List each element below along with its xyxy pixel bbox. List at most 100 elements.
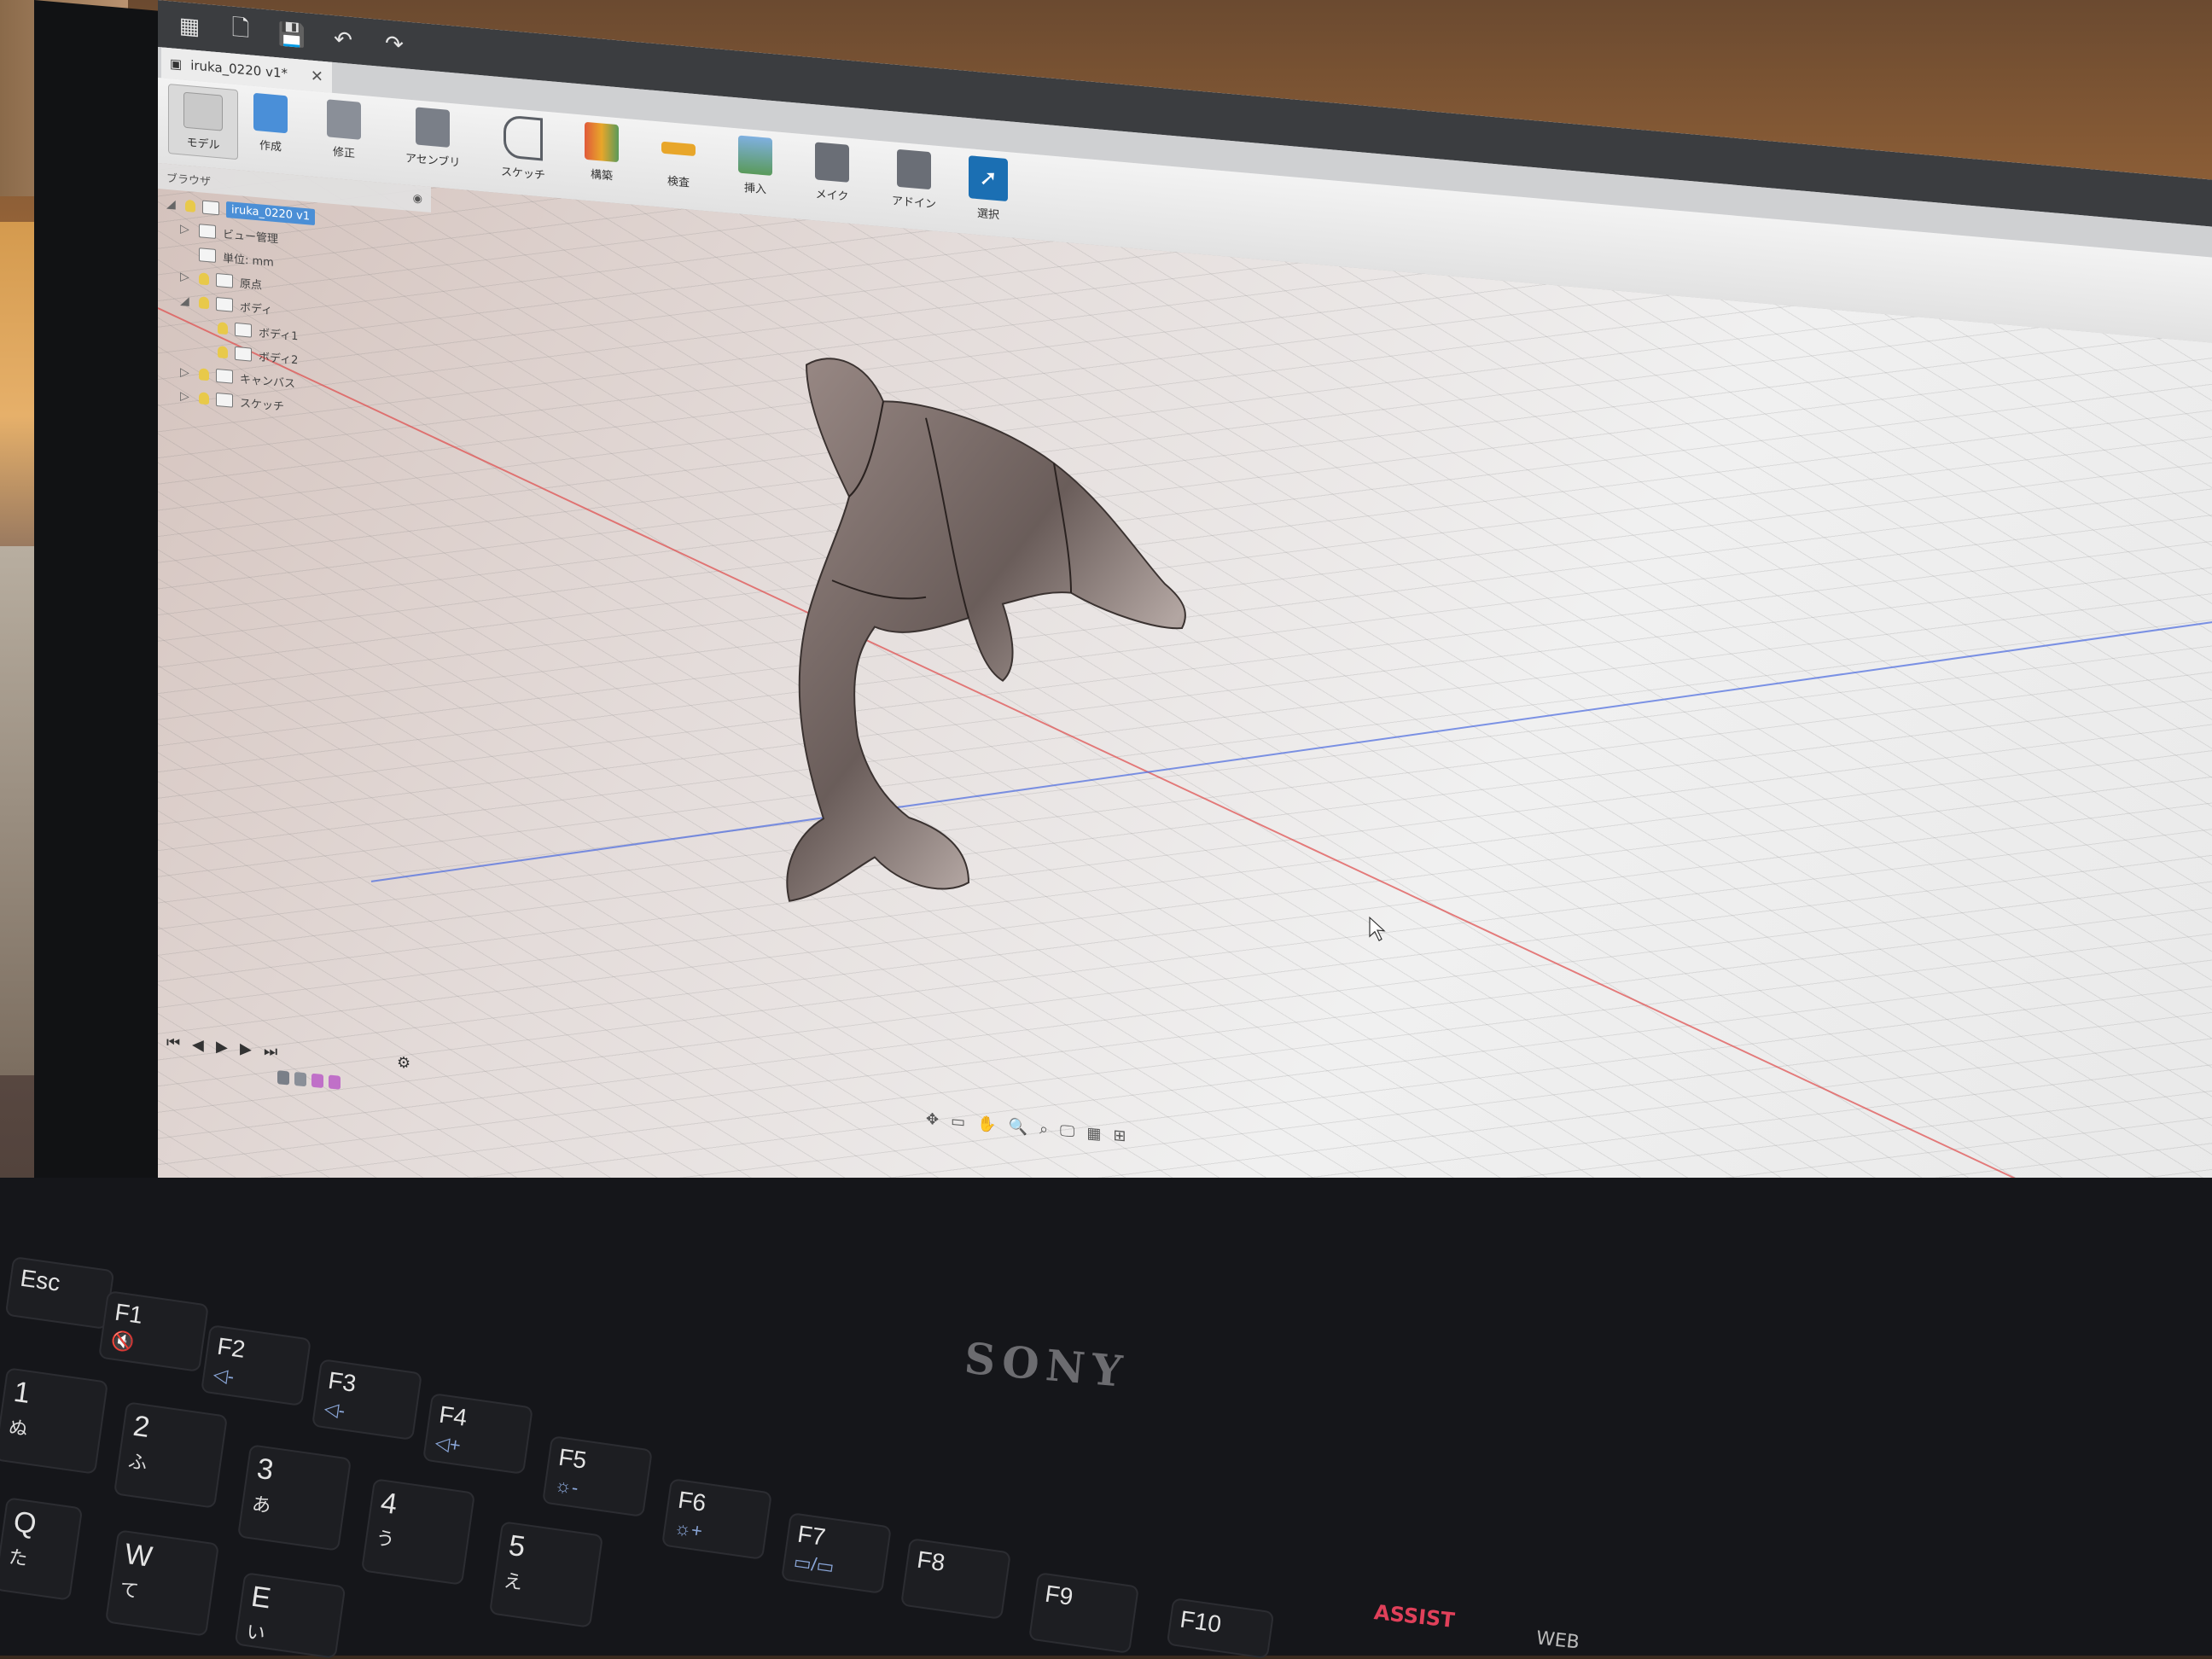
key-f5[interactable]: F5 ☼-	[542, 1435, 653, 1517]
assemble-label: アセンブリ	[405, 152, 461, 171]
timeline-feature[interactable]	[329, 1074, 341, 1090]
visibility-icon[interactable]	[199, 368, 209, 381]
inspect-menu[interactable]: 検査	[661, 129, 696, 190]
workspace-switcher[interactable]: モデル	[168, 84, 238, 160]
timeline-feature[interactable]	[294, 1071, 306, 1087]
key-f8[interactable]: F8	[900, 1538, 1011, 1620]
folder-icon	[199, 224, 216, 239]
orbit-icon[interactable]: ✥	[926, 1109, 939, 1128]
key-2[interactable]: 2 ふ	[113, 1401, 229, 1509]
key-f9[interactable]: F9	[1028, 1572, 1139, 1654]
key-1[interactable]: 1 ぬ	[0, 1367, 109, 1475]
display-icon[interactable]: 🖵	[1060, 1121, 1074, 1141]
key-label: 5	[506, 1528, 527, 1564]
browser-title: ブラウザ	[166, 172, 212, 189]
timeline-prev-icon[interactable]: ◀	[192, 1035, 204, 1054]
key-kana: て	[118, 1578, 141, 1603]
save-icon[interactable]: 💾	[277, 20, 306, 51]
addins-menu[interactable]: アドイン	[892, 148, 936, 212]
key-kana: あ	[250, 1493, 273, 1517]
sketch-menu[interactable]: スケッチ	[501, 114, 545, 183]
volume-down-icon: ◁-	[212, 1363, 236, 1388]
create-menu[interactable]: 作成	[253, 92, 288, 154]
visibility-icon[interactable]	[185, 199, 195, 212]
redo-icon[interactable]: ↷	[380, 28, 409, 60]
dolphin-model[interactable]	[786, 355, 1186, 936]
key-f2[interactable]: F2 ◁-	[201, 1324, 311, 1406]
file-menu-icon[interactable]: 🗋	[226, 15, 255, 46]
visibility-icon[interactable]	[199, 296, 209, 310]
web-button-label[interactable]: WEB	[1535, 1627, 1580, 1653]
key-f3[interactable]: F3 ◁-	[311, 1359, 422, 1441]
timeline-next-icon[interactable]: ▶	[240, 1039, 252, 1058]
expand-icon[interactable]: ◢	[180, 294, 192, 308]
key-label: Esc	[18, 1264, 62, 1296]
key-3[interactable]: 3 あ	[236, 1444, 352, 1551]
key-label: F4	[437, 1400, 469, 1431]
key-label: 4	[378, 1486, 399, 1522]
pin-icon[interactable]: ◉	[413, 192, 422, 206]
close-tab-icon[interactable]: ✕	[311, 67, 323, 85]
timeline-play-icon[interactable]: ▶	[216, 1038, 228, 1057]
mouse-cursor-icon	[1369, 916, 1386, 942]
grid-icon[interactable]: ▦	[1086, 1124, 1101, 1143]
node-label: キャンバス	[240, 372, 296, 391]
root-label: iruka_0220 v1	[226, 201, 316, 225]
expand-icon[interactable]: ▷	[180, 270, 192, 284]
visibility-icon[interactable]	[218, 346, 228, 359]
key-label: F10	[1178, 1605, 1224, 1638]
insert-menu[interactable]: 挿入	[738, 135, 772, 196]
app-grid-icon[interactable]: ▦	[175, 10, 204, 42]
undo-icon[interactable]: ↶	[329, 24, 358, 55]
viewports-icon[interactable]: ⊞	[1113, 1126, 1126, 1144]
volume-low-icon: ◁-	[323, 1397, 346, 1422]
insert-label: 挿入	[743, 182, 766, 197]
key-label: 1	[11, 1375, 32, 1411]
look-at-icon[interactable]: ▭	[951, 1112, 965, 1131]
expand-icon[interactable]: ◢	[166, 197, 178, 212]
timeline-settings-icon[interactable]: ⚙	[397, 1053, 410, 1072]
document-icon: ▣	[170, 55, 183, 73]
document-icon	[202, 200, 219, 216]
assemble-icon	[416, 107, 451, 148]
display-switch-icon: ▭/▭	[792, 1551, 836, 1578]
expand-icon[interactable]: ▷	[180, 222, 192, 236]
key-f7[interactable]: F7 ▭/▭	[781, 1512, 892, 1594]
make-label: メイク	[815, 188, 849, 204]
modify-label: 修正	[332, 145, 355, 161]
key-e[interactable]: E い	[234, 1572, 346, 1659]
select-menu[interactable]: ➚ 選択	[969, 155, 1008, 223]
visibility-icon[interactable]	[199, 392, 209, 405]
timeline-first-icon[interactable]: ⏮	[166, 1033, 180, 1052]
fit-icon[interactable]: ⌕	[1039, 1120, 1048, 1138]
brightness-down-icon: ☼-	[553, 1474, 580, 1499]
zoom-icon[interactable]: 🔍	[1009, 1117, 1027, 1137]
expand-icon[interactable]: ▷	[180, 389, 192, 404]
make-menu[interactable]: メイク	[815, 142, 849, 204]
key-4[interactable]: 4 う	[360, 1478, 476, 1586]
body-icon	[235, 322, 252, 338]
addins-label: アドイン	[892, 195, 937, 212]
timeline-feature[interactable]	[277, 1070, 289, 1086]
visibility-icon[interactable]	[199, 272, 209, 286]
timeline-last-icon[interactable]: ⏭	[264, 1042, 277, 1061]
key-5[interactable]: 5 え	[488, 1521, 604, 1628]
visibility-icon[interactable]	[218, 322, 228, 335]
modify-menu[interactable]: 修正	[327, 99, 361, 160]
folder-icon	[216, 296, 233, 312]
key-w[interactable]: W て	[104, 1529, 220, 1637]
key-f1[interactable]: F1 🔇	[98, 1290, 209, 1372]
key-label: W	[122, 1537, 154, 1574]
key-f6[interactable]: F6 ☼+	[661, 1478, 772, 1560]
expand-icon[interactable]: ▷	[180, 365, 192, 380]
pan-icon[interactable]: ✋	[977, 1114, 996, 1133]
timeline-feature[interactable]	[311, 1073, 323, 1088]
dolphin-body	[786, 358, 1186, 902]
key-q[interactable]: Q た	[0, 1497, 84, 1601]
key-label: F8	[915, 1545, 947, 1576]
browser-panel: ブラウザ ◉ ◢ iruka_0220 v1 ▷ ビュー管理 単位: mm ▷ …	[158, 163, 431, 443]
key-f4[interactable]: F4 ◁+	[422, 1393, 533, 1475]
assemble-menu[interactable]: アセンブリ	[405, 106, 460, 170]
expand-icon	[199, 350, 211, 351]
construct-menu[interactable]: 構築	[585, 121, 619, 183]
